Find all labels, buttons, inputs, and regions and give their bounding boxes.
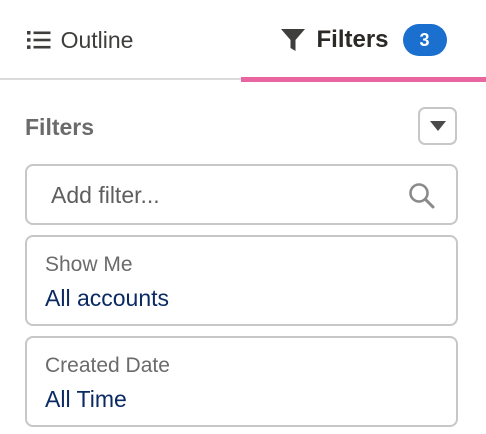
- filter-created-date[interactable]: Created Date All Time: [25, 336, 458, 427]
- filter-label: Show Me: [45, 253, 133, 276]
- tab-outline[interactable]: Outline: [0, 0, 160, 80]
- tab-outline-label: Outline: [60, 26, 134, 53]
- add-filter-input[interactable]: [51, 178, 401, 212]
- funnel-icon: [280, 27, 306, 53]
- caret-down-icon: [429, 120, 447, 132]
- list-icon: [26, 30, 51, 50]
- filter-value: All accounts: [45, 285, 170, 311]
- filter-count-badge: 3: [402, 24, 447, 56]
- search-icon[interactable]: [407, 181, 437, 211]
- tab-filters[interactable]: Filters 3: [241, 0, 486, 82]
- filter-value: All Time: [45, 386, 127, 412]
- add-filter-search: [25, 164, 458, 225]
- tab-bar: Outline Filters 3: [0, 0, 486, 82]
- active-tab-indicator: [241, 77, 486, 82]
- filter-label: Created Date: [45, 354, 170, 377]
- tab-filters-label: Filters: [316, 26, 389, 53]
- filter-show-me[interactable]: Show Me All accounts: [25, 235, 458, 326]
- filters-menu-button[interactable]: [418, 107, 457, 145]
- section-title: Filters: [25, 114, 95, 140]
